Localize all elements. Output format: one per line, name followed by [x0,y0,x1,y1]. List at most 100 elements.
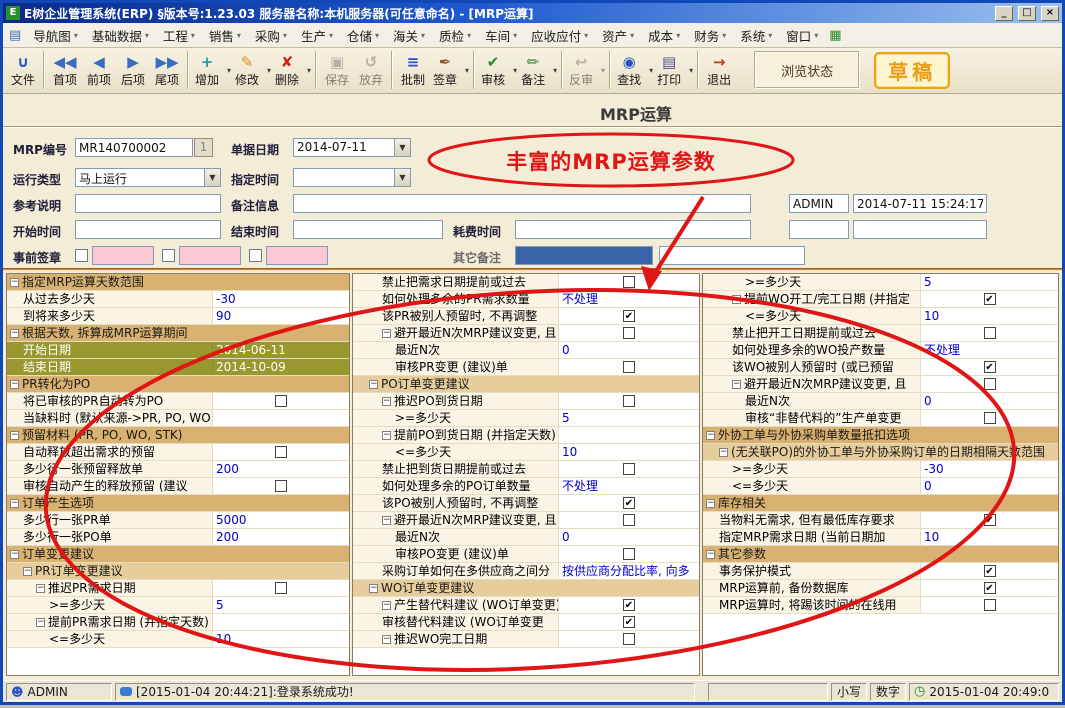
tree-collapse-icon[interactable]: − [36,618,45,627]
param-row[interactable]: 审核PR变更 (建议)单 [353,359,699,376]
param-row[interactable]: −提前PO到货日期 (并指定天数) [353,427,699,444]
param-checkbox[interactable]: ✔ [623,310,635,322]
param-row[interactable]: −推迟WO完工日期 [353,631,699,648]
param-checkbox[interactable] [275,480,287,492]
dropdown-arrow-icon[interactable]: ▾ [227,66,231,75]
param-row[interactable]: 禁止把需求日期提前或过去 [353,274,699,291]
dropdown-arrow-icon[interactable]: ▾ [267,66,271,75]
param-checkbox[interactable] [623,327,635,339]
menu-item[interactable]: 海关▾ [386,24,432,47]
toolbar-button-add[interactable]: +增加▾ [192,49,232,91]
param-row[interactable]: <=多少天10 [7,631,349,648]
presign-input-2[interactable] [179,246,241,265]
operate-time-input[interactable] [853,194,987,213]
param-checkbox[interactable] [623,276,635,288]
toolbar-button-delete[interactable]: ✘删除▾ [272,49,312,91]
param-row[interactable]: <=多少天10 [353,444,699,461]
param-row[interactable]: 将已审核的PR自动转为PO [7,393,349,410]
param-value-cell[interactable] [921,376,1058,392]
param-row[interactable]: 该PR被别人预留时, 不再调整✔ [353,308,699,325]
minimize-button[interactable]: _ [995,6,1013,21]
presign-checkbox-1[interactable] [75,249,88,262]
param-value-cell[interactable] [559,274,699,290]
dropdown-arrow-icon[interactable]: ▾ [307,66,311,75]
toolbar-button-sign[interactable]: ✒签章▾ [430,49,470,91]
param-row[interactable]: 审核“非替代料的”生产单变更 [703,410,1058,427]
menu-item[interactable]: 车间▾ [478,24,524,47]
param-row[interactable]: 多少行一张PR单5000 [7,512,349,529]
param-value-cell[interactable]: 200 [213,461,349,477]
operator-input[interactable] [789,194,849,213]
tree-collapse-icon[interactable]: − [719,448,728,457]
tree-collapse-icon[interactable]: − [706,431,715,440]
toolbar-button-note[interactable]: ✏备注▾ [518,49,558,91]
toolbar-button-save[interactable]: ▣保存 [320,49,354,91]
param-checkbox[interactable]: ✔ [623,497,635,509]
tree-collapse-icon[interactable]: − [382,601,391,610]
toolbar-button-file[interactable]: ∪文件 [6,49,40,91]
menu-item[interactable]: 销售▾ [202,24,248,47]
param-row[interactable]: 审核自动产生的释放预留 (建议 [7,478,349,495]
param-value-cell[interactable]: 0 [559,342,699,358]
param-row[interactable]: MRP运算时, 将踢该时间的在线用 [703,597,1058,614]
param-checkbox[interactable]: ✔ [623,616,635,628]
param-value-cell[interactable] [213,580,349,596]
start-time-input[interactable] [75,220,221,239]
toolbar-button-print[interactable]: ▤打印▾ [654,49,694,91]
menu-item[interactable]: 窗口▾ [779,24,825,47]
param-row[interactable]: 指定MRP需求日期 (当前日期加10 [703,529,1058,546]
toolbar-button-unaudit[interactable]: ↩反审▾ [566,49,606,91]
toolbar-button-next[interactable]: ▶后项 [116,49,150,91]
param-row[interactable]: 审核替代料建议 (WO订单变更✔ [353,614,699,631]
param-row[interactable]: 到将来多少天90 [7,308,349,325]
param-row[interactable]: −推迟PO到货日期 [353,393,699,410]
param-value-cell[interactable]: ✔ [921,580,1058,596]
param-value-cell[interactable]: 0 [921,393,1058,409]
param-value-cell[interactable]: 5 [213,597,349,613]
toolbar-button-audit[interactable]: ✔审核▾ [478,49,518,91]
chevron-down-icon[interactable]: ▼ [394,169,410,186]
param-value-cell[interactable]: 5000 [213,512,349,528]
chevron-down-icon[interactable]: ▼ [394,139,410,156]
param-subgroup-header[interactable]: −WO订单变更建议 [353,580,699,597]
param-row[interactable]: 禁止把到货日期提前或过去 [353,461,699,478]
param-checkbox[interactable] [275,395,287,407]
param-checkbox[interactable] [623,633,635,645]
param-value-cell[interactable] [559,546,699,562]
param-value-cell[interactable]: 5 [559,410,699,426]
param-group-header[interactable]: −指定MRP运算天数范围 [7,274,349,291]
presign-checkbox-2[interactable] [162,249,175,262]
presign-checkbox-3[interactable] [249,249,262,262]
param-row[interactable]: 最近N次0 [353,342,699,359]
dropdown-arrow-icon[interactable]: ▾ [513,66,517,75]
param-row[interactable]: 从过去多少天-30 [7,291,349,308]
param-group-header[interactable]: −外协工单与外协采购单数量抵扣选项 [703,427,1058,444]
param-row[interactable]: >=多少天5 [703,274,1058,291]
param-row[interactable]: 开始日期2014-06-11 [7,342,349,359]
tree-collapse-icon[interactable]: − [23,567,32,576]
param-row[interactable]: >=多少天-30 [703,461,1058,478]
dropdown-arrow-icon[interactable]: ▾ [601,66,605,75]
menu-item[interactable]: 质检▾ [432,24,478,47]
menu-item[interactable]: 成本▾ [641,24,687,47]
param-value-cell[interactable]: ✔ [921,291,1058,307]
param-checkbox[interactable] [623,463,635,475]
mrp-no-input[interactable] [75,138,193,157]
tree-collapse-icon[interactable]: − [10,499,19,508]
toolbar-button-search[interactable]: ◉查找▾ [614,49,654,91]
param-group-header[interactable]: −其它参数 [703,546,1058,563]
param-value-cell[interactable]: 10 [921,529,1058,545]
param-checkbox[interactable] [984,327,996,339]
param-value-cell[interactable]: 按供应商分配比率, 向多 [559,563,699,579]
tree-collapse-icon[interactable]: − [36,584,45,593]
menu-item[interactable]: 生产▾ [294,24,340,47]
tree-collapse-icon[interactable]: − [382,329,391,338]
extra-input-1[interactable] [789,220,849,239]
param-checkbox[interactable]: ✔ [984,361,996,373]
seq-button[interactable]: 1 [194,138,213,157]
tree-collapse-icon[interactable]: − [10,550,19,559]
param-value-cell[interactable]: 0 [559,529,699,545]
tree-collapse-icon[interactable]: − [706,499,715,508]
param-checkbox[interactable] [623,395,635,407]
param-value-cell[interactable]: ✔ [921,512,1058,528]
